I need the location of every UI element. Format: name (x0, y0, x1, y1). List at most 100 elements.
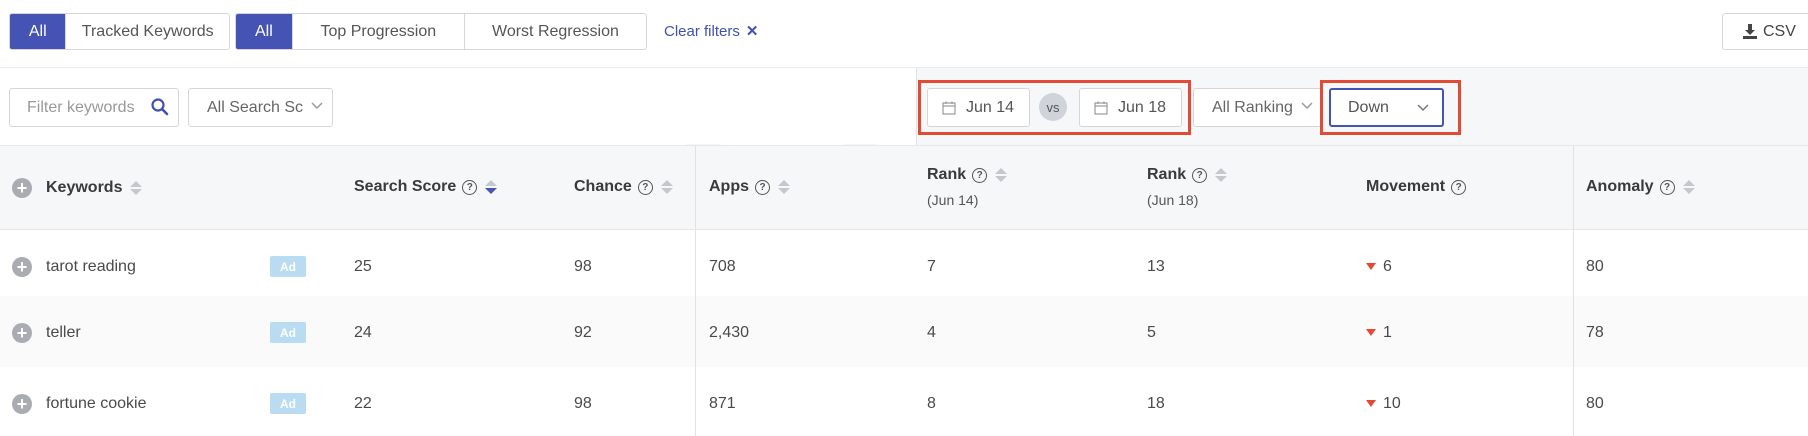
ad-badge-cell: Ad (270, 230, 306, 303)
sort-icon[interactable] (1215, 168, 1228, 182)
keyword-cell[interactable]: fortune cookie (46, 367, 147, 436)
plus-circle-icon[interactable]: + (12, 322, 32, 343)
search-score-cell: 22 (354, 394, 372, 412)
search-score-column-header[interactable]: Search Score ? (354, 178, 498, 196)
keywords-header-label: Keywords (46, 179, 123, 196)
down-arrow-icon (1366, 263, 1376, 270)
down-arrow-icon (1366, 329, 1376, 336)
sort-icon[interactable] (778, 180, 790, 194)
filter-tracked-keywords[interactable]: Tracked Keywords (65, 14, 229, 49)
chance-header-label: Chance (574, 178, 632, 195)
date-range-highlight (918, 80, 1191, 135)
rank-from-date-label: (Jun 14) (927, 192, 979, 208)
anomaly-column-header[interactable]: Anomaly ? (1586, 178, 1695, 196)
apps-cell[interactable]: 708 (709, 230, 736, 303)
csv-export-button[interactable]: CSV (1722, 13, 1808, 50)
plus-circle-icon[interactable]: + (12, 178, 32, 198)
filter-keywords-placeholder: Filter keywords (27, 98, 135, 116)
movement-highlight (1320, 80, 1461, 135)
rank-to-date-label: (Jun 18) (1147, 192, 1199, 208)
apps-column-header[interactable]: Apps ? (709, 178, 790, 196)
movement-cell: 10 (1366, 367, 1401, 436)
sort-icon[interactable] (1682, 180, 1695, 194)
movement-value: 6 (1383, 257, 1392, 275)
row-expand[interactable]: + (12, 367, 32, 436)
search-score-select-value: All Search Sc (207, 98, 304, 116)
filter-worst-regression[interactable]: Worst Regression (463, 14, 646, 49)
help-icon[interactable]: ? (462, 179, 478, 195)
movement-value: 1 (1383, 323, 1392, 341)
keyword-scope-toggle: All Tracked Keywords (9, 13, 230, 50)
clear-filters-link[interactable]: Clear filters ✕ (664, 22, 759, 41)
rank-from-cell: 8 (927, 394, 936, 412)
chevron-down-icon (1300, 101, 1314, 111)
search-icon (151, 98, 169, 116)
row-expand[interactable]: + (12, 296, 32, 369)
filter-keywords-input[interactable]: Filter keywords (9, 88, 179, 127)
help-icon[interactable]: ? (1192, 167, 1208, 183)
chevron-down-icon (310, 101, 324, 111)
sort-icon[interactable] (660, 180, 673, 194)
plus-circle-icon[interactable]: + (12, 256, 32, 277)
chance-cell: 98 (574, 394, 592, 412)
rank-to-cell: 18 (1147, 394, 1165, 412)
filter-all-keywords[interactable]: All (10, 14, 66, 49)
filter-toolbar: Filter keywords All Search Sc Jun 14 vs … (0, 67, 1808, 146)
keyword-cell[interactable]: tarot reading (46, 230, 136, 303)
movement-column-header[interactable]: Movement ? (1366, 178, 1467, 196)
close-icon: ✕ (745, 23, 759, 40)
sort-icon[interactable] (485, 180, 498, 194)
anomaly-cell: 80 (1586, 257, 1604, 275)
ranking-select-value: All Ranking (1212, 98, 1293, 116)
sort-icon[interactable] (130, 181, 143, 195)
rank-to-cell: 13 (1147, 257, 1165, 275)
search-score-cell: 25 (354, 257, 372, 275)
table-row[interactable]: + tarot reading Ad 25 98 708 7 13 6 80 (0, 230, 1808, 303)
ad-badge-cell: Ad (270, 296, 306, 369)
search-score-select[interactable]: All Search Sc (188, 88, 333, 127)
search-score-header-label: Search Score (354, 178, 457, 195)
ad-badge: Ad (270, 393, 306, 414)
anomaly-cell: 78 (1586, 323, 1604, 341)
movement-scope-toggle: All Top Progression Worst Regression (235, 13, 647, 50)
keyword-cell[interactable]: teller (46, 296, 81, 369)
sort-icon[interactable] (995, 168, 1008, 182)
rank-to-column-header[interactable]: Rank ? (Jun 18) (1147, 166, 1228, 208)
rank-to-header-label: Rank (1147, 166, 1187, 183)
chance-cell: 92 (574, 323, 592, 341)
table-header: + Keywords Search Score ? Chance ? Apps … (0, 145, 1808, 230)
apps-cell[interactable]: 871 (709, 367, 736, 436)
help-icon[interactable]: ? (1451, 179, 1467, 195)
rank-from-cell: 4 (927, 323, 936, 341)
search-score-cell: 24 (354, 323, 372, 341)
clear-filters-label: Clear filters (664, 22, 740, 40)
chance-cell: 98 (574, 257, 592, 275)
column-divider (695, 145, 696, 436)
apps-cell[interactable]: 2,430 (709, 296, 749, 369)
rank-from-column-header[interactable]: Rank ? (Jun 14) (927, 166, 1008, 208)
column-divider (1573, 145, 1574, 436)
filter-top-progression[interactable]: Top Progression (291, 14, 464, 49)
help-icon[interactable]: ? (972, 167, 988, 183)
apps-header-label: Apps (709, 178, 749, 195)
ad-badge: Ad (270, 322, 306, 343)
ad-badge: Ad (270, 256, 306, 277)
row-expand[interactable]: + (12, 230, 32, 303)
chance-column-header[interactable]: Chance ? (574, 178, 673, 196)
ranking-select[interactable]: All Ranking (1193, 88, 1323, 127)
help-icon[interactable]: ? (1659, 179, 1675, 195)
ad-badge-cell: Ad (270, 367, 306, 436)
table-row[interactable]: + teller Ad 24 92 2,430 4 5 1 78 (0, 296, 1808, 369)
download-icon (1743, 24, 1757, 39)
anomaly-header-label: Anomaly (1586, 178, 1654, 195)
filter-all-movement[interactable]: All (236, 14, 292, 49)
table-row[interactable]: + fortune cookie Ad 22 98 871 8 18 10 80 (0, 367, 1808, 436)
movement-cell: 1 (1366, 296, 1392, 369)
keywords-column-header[interactable]: + Keywords (12, 178, 143, 198)
rank-from-cell: 7 (927, 257, 936, 275)
rank-from-header-label: Rank (927, 166, 967, 183)
help-icon[interactable]: ? (637, 179, 653, 195)
anomaly-cell: 80 (1586, 394, 1604, 412)
plus-circle-icon[interactable]: + (12, 393, 32, 414)
help-icon[interactable]: ? (755, 179, 770, 195)
